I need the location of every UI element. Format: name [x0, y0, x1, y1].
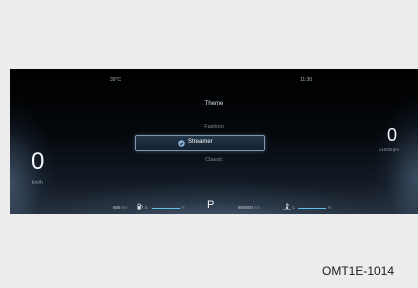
theme-option-fashion[interactable]: Fashion — [10, 124, 418, 130]
driving-range: 666 km — [113, 205, 128, 210]
fuel-gauge-bar — [152, 208, 180, 209]
speed-value: 0 — [31, 148, 45, 175]
coolant-hot-label: H — [328, 205, 332, 210]
fuel-empty-label: E — [145, 205, 149, 210]
tachometer-unit: x1000rpm — [379, 147, 400, 152]
fuel-full-label: F — [182, 205, 185, 210]
speed-unit: km/h — [32, 180, 43, 186]
driving-range-value: 666 — [113, 205, 121, 210]
odometer: 980000 km — [238, 205, 260, 210]
menu-title: Theme — [204, 101, 224, 107]
check-circle-icon — [178, 140, 185, 147]
driving-range-unit: km — [121, 205, 128, 210]
gear-indicator: P — [207, 199, 215, 211]
odometer-value: 980000 — [238, 205, 254, 210]
instrument-cluster-display: 39°C 11:30 Theme Fashion Streamer Classi… — [10, 69, 418, 214]
theme-option-streamer[interactable]: Streamer — [135, 135, 265, 151]
odometer-unit: km — [254, 205, 261, 210]
clock: 11:30 — [300, 77, 313, 83]
left-gauge-glow — [10, 69, 58, 214]
outside-temperature: 39°C — [110, 77, 122, 83]
coolant-gauge-bar — [298, 208, 326, 209]
tachometer-value: 0 — [387, 125, 398, 145]
coolant-cold-label: C — [292, 205, 296, 210]
fuel-pump-icon — [137, 203, 143, 210]
theme-option-classic[interactable]: Classic — [10, 157, 418, 163]
coolant-temperature-icon — [283, 203, 291, 210]
selected-option-label: Streamer — [188, 139, 213, 145]
figure-code: OMT1E-1014 — [322, 264, 395, 278]
